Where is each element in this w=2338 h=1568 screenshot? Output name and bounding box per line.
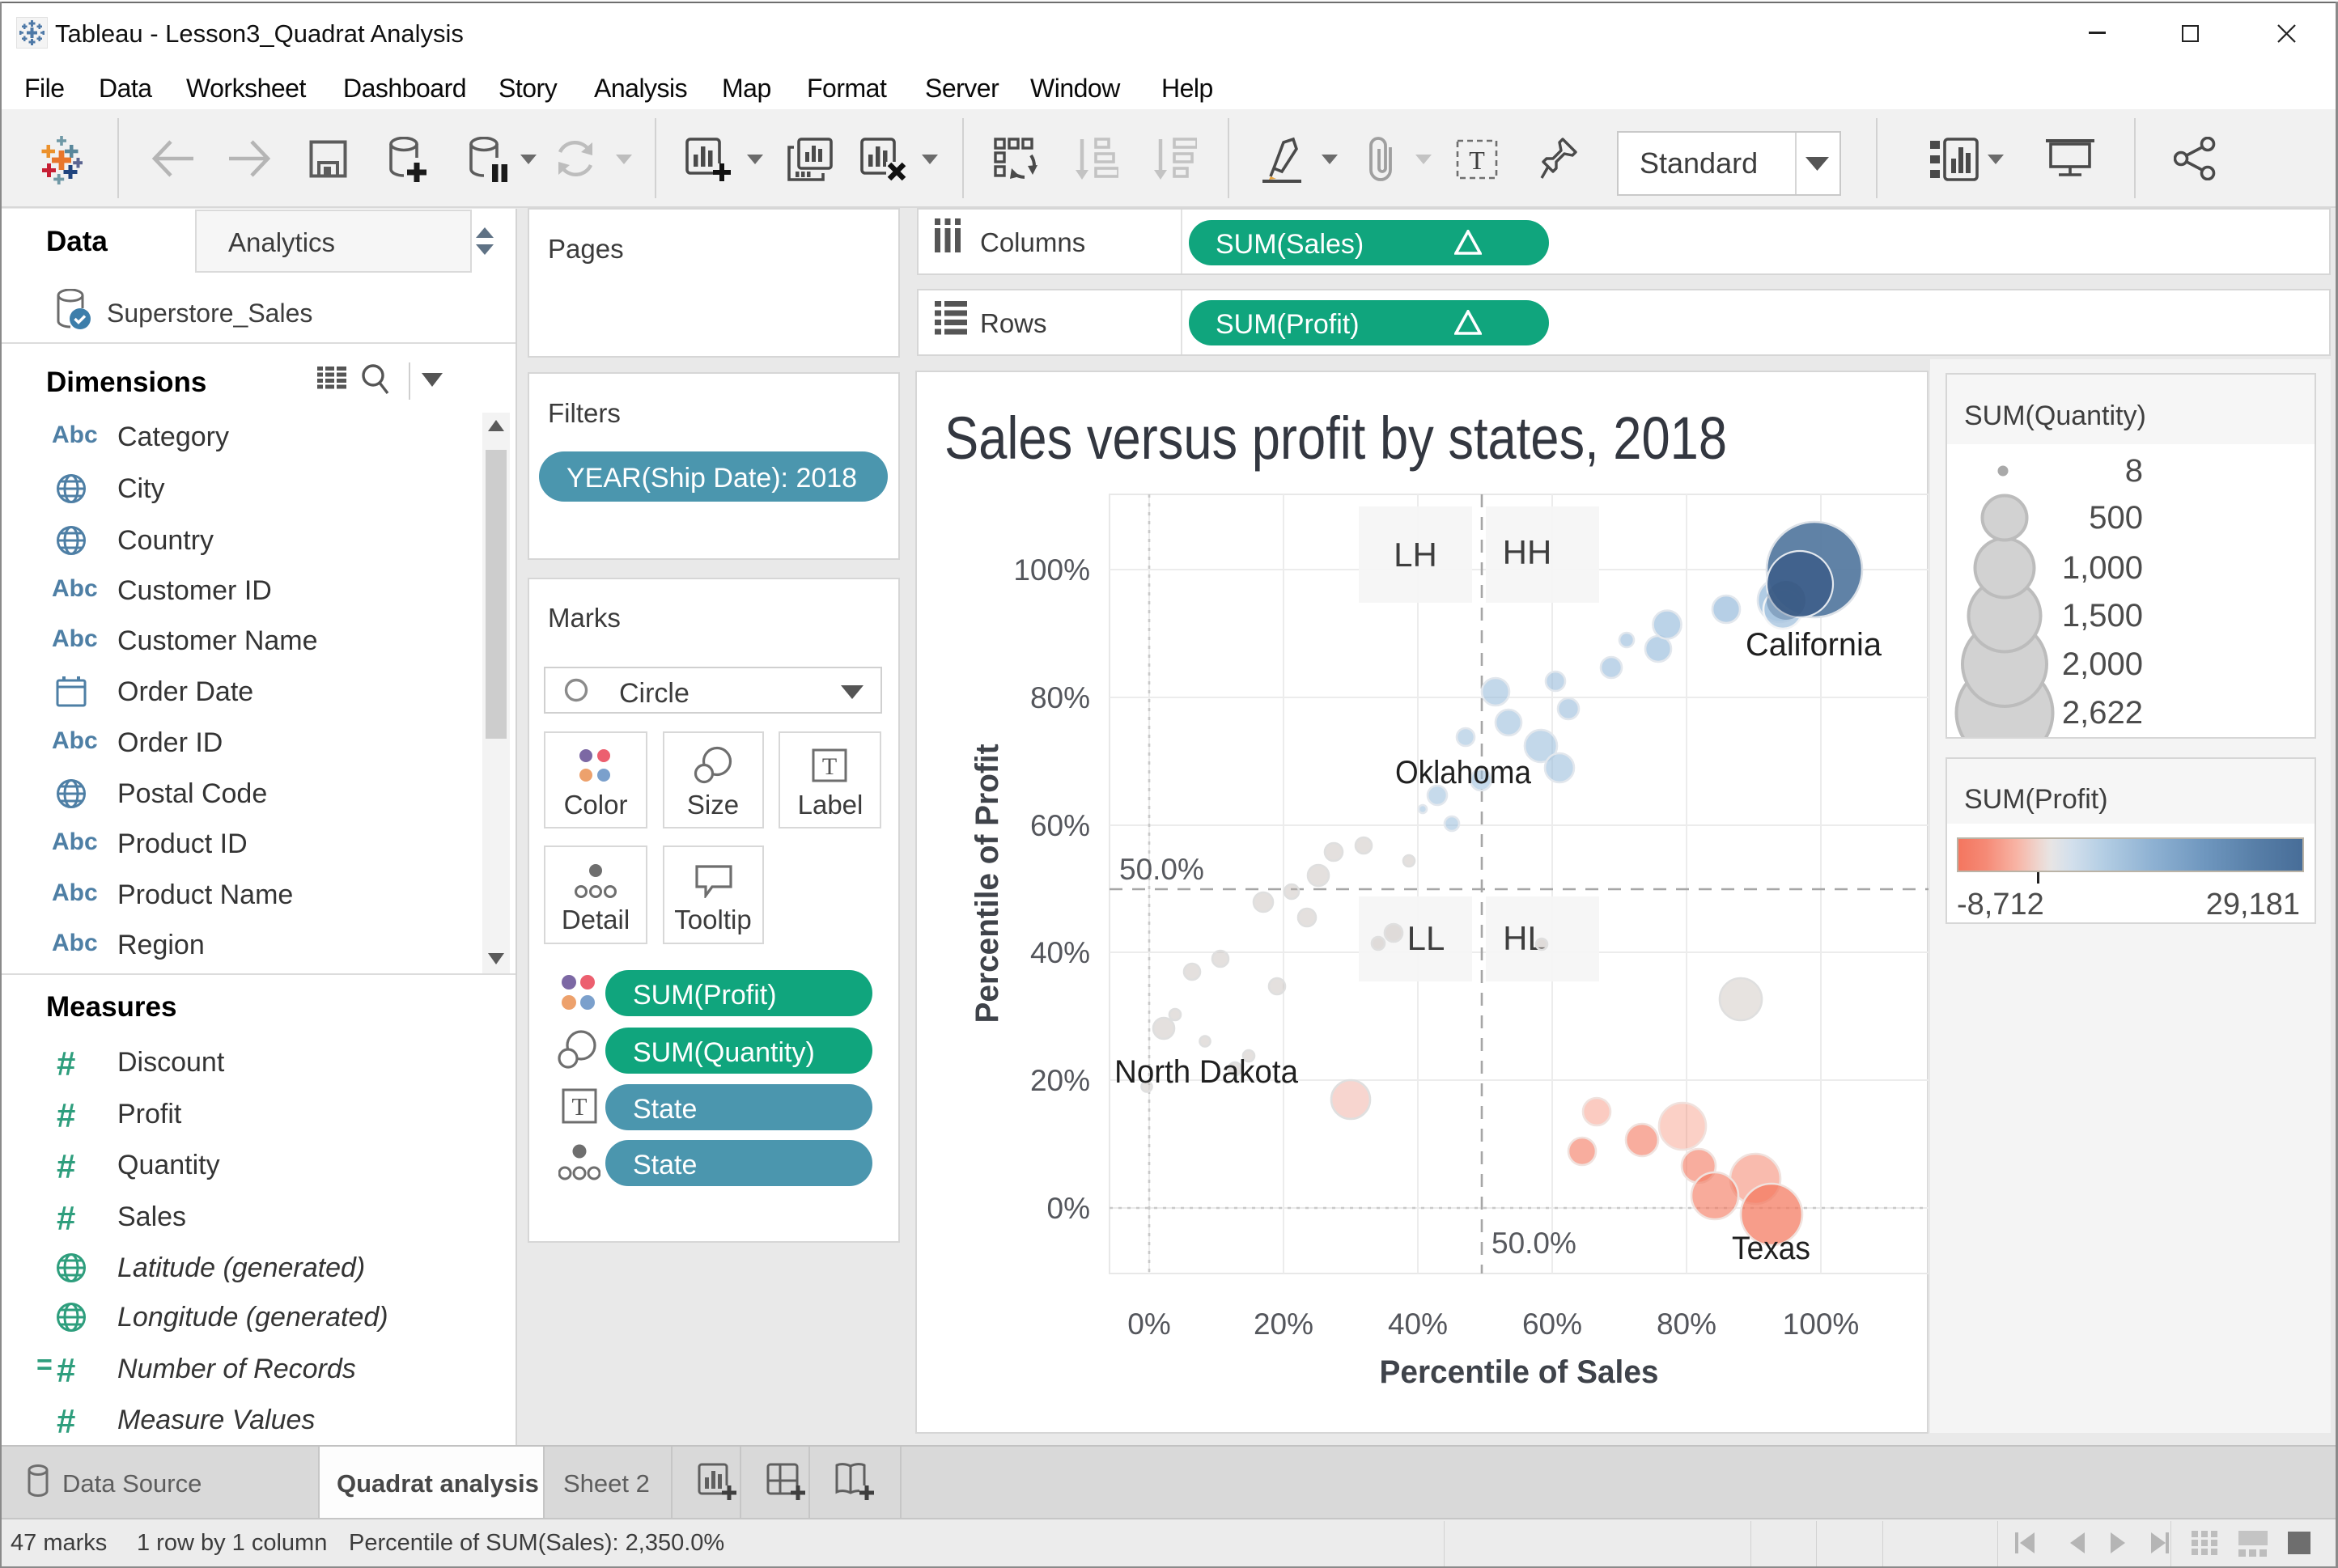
svg-text:80%: 80% — [1030, 681, 1090, 714]
svg-text:50.0%: 50.0% — [1119, 853, 1204, 886]
svg-text:Texas: Texas — [1732, 1231, 1810, 1266]
svg-text:LH: LH — [1394, 536, 1437, 574]
svg-text:Sales versus profit by states,: Sales versus profit by states, 2018 — [944, 405, 1727, 472]
svg-text:T: T — [1469, 146, 1485, 175]
svg-text:100%: 100% — [1013, 553, 1090, 587]
svg-text:HH: HH — [1503, 533, 1552, 571]
svg-text:20%: 20% — [1254, 1307, 1313, 1341]
svg-text:Percentile of Profit: Percentile of Profit — [970, 744, 1005, 1023]
svg-text:T: T — [572, 1092, 588, 1121]
svg-text:40%: 40% — [1388, 1307, 1448, 1341]
svg-text:0%: 0% — [1047, 1192, 1090, 1225]
svg-text:California: California — [1746, 627, 1882, 663]
svg-text:60%: 60% — [1522, 1307, 1582, 1341]
svg-text:80%: 80% — [1657, 1307, 1716, 1341]
svg-text:Oklahoma: Oklahoma — [1395, 755, 1532, 790]
svg-text:Percentile of Sales: Percentile of Sales — [1380, 1354, 1659, 1390]
svg-text:LL: LL — [1407, 919, 1445, 957]
svg-text:100%: 100% — [1783, 1307, 1860, 1341]
svg-text:0%: 0% — [1127, 1307, 1170, 1341]
svg-text:20%: 20% — [1030, 1064, 1090, 1097]
svg-text:60%: 60% — [1030, 809, 1090, 842]
svg-text:T: T — [822, 753, 837, 780]
svg-text:50.0%: 50.0% — [1491, 1227, 1576, 1260]
svg-text:40%: 40% — [1030, 936, 1090, 969]
svg-text:North Dakota: North Dakota — [1114, 1054, 1299, 1090]
